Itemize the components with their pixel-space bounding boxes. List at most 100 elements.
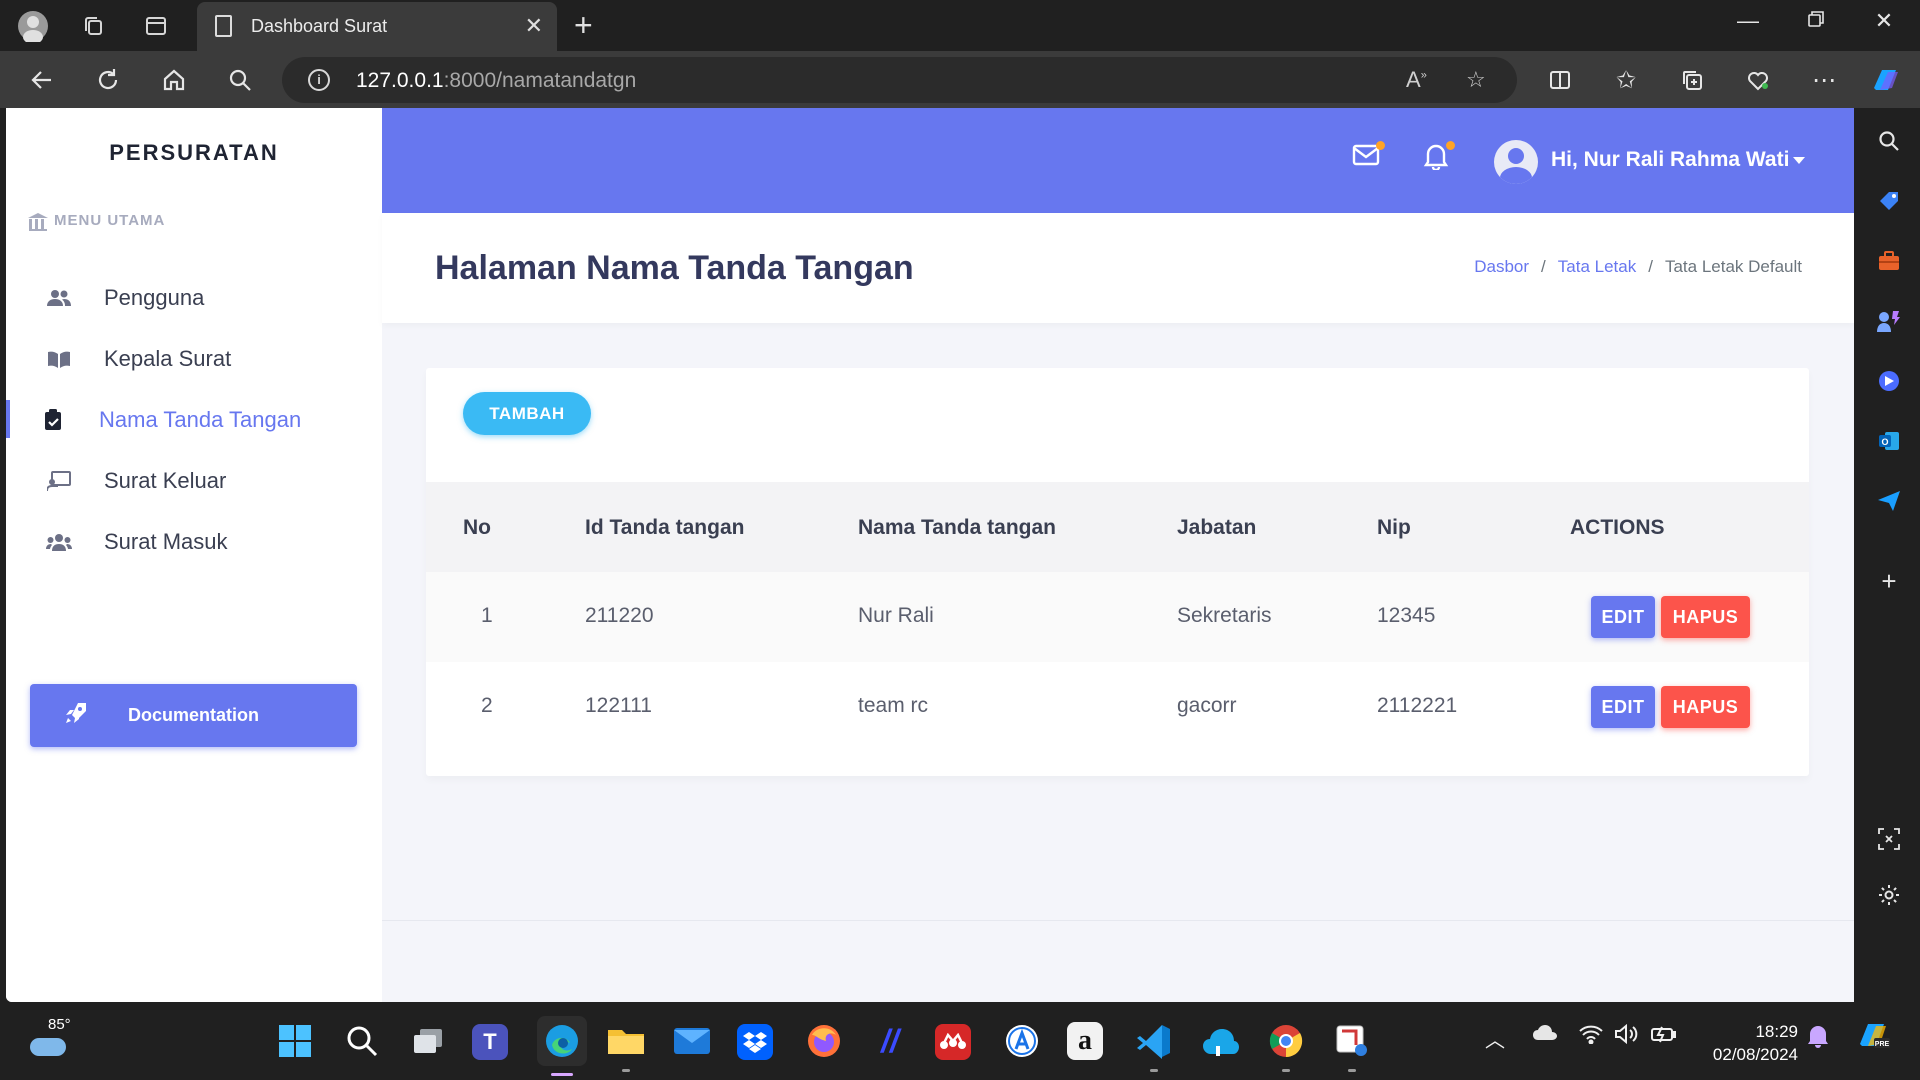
volume-icon[interactable] — [1614, 1023, 1638, 1050]
bank-icon — [28, 212, 48, 231]
games-icon[interactable] — [1874, 306, 1904, 336]
workspaces-icon[interactable] — [76, 9, 110, 43]
dropbox-icon[interactable] — [737, 1024, 773, 1060]
vscode-icon[interactable] — [1133, 1020, 1175, 1072]
sidebar-item-surat-keluar[interactable]: Surat Keluar — [6, 451, 382, 511]
screenshot-icon[interactable] — [1874, 824, 1904, 854]
app-store-icon[interactable] — [1001, 1020, 1043, 1062]
settings-gear-icon[interactable] — [1874, 880, 1904, 910]
cell-jabatan: gacorr — [1177, 694, 1237, 717]
battery-icon[interactable] — [1650, 1024, 1678, 1050]
sidebar-item-nama-tanda-tangan[interactable]: Nama Tanda Tangan — [6, 390, 382, 450]
table-card: TAMBAH No Id Tanda tangan Nama Tanda tan… — [426, 368, 1809, 776]
file-explorer-icon[interactable] — [605, 1020, 647, 1072]
svg-text:O: O — [1881, 437, 1888, 447]
table-row: 1 211220 Nur Rali Sekretaris 12345 EDIT … — [426, 572, 1809, 662]
favorites-icon[interactable]: ✩ — [1608, 62, 1644, 98]
close-window-icon[interactable]: ✕ — [1864, 8, 1904, 34]
system-clock[interactable]: 18:29 02/08/2024 — [1700, 1020, 1798, 1066]
copilot-taskbar-icon[interactable]: PRE — [1856, 1020, 1890, 1056]
mendeley-icon[interactable] — [935, 1024, 971, 1060]
svg-text:PRE: PRE — [1875, 1041, 1890, 1048]
slash-app-icon[interactable]: // — [869, 1020, 911, 1062]
chrome-icon[interactable] — [1265, 1020, 1307, 1072]
teams-icon[interactable]: T — [472, 1024, 508, 1060]
refresh-icon[interactable] — [90, 62, 126, 98]
cloud-app-icon[interactable] — [1199, 1020, 1241, 1062]
delete-button[interactable]: HAPUS — [1661, 686, 1750, 728]
browser-essentials-icon[interactable] — [1740, 62, 1776, 98]
task-view-icon[interactable] — [407, 1020, 449, 1062]
brand-title[interactable]: PERSURATAN — [6, 140, 382, 166]
message-indicator — [1376, 141, 1385, 150]
close-tab-icon[interactable]: ✕ — [525, 13, 543, 39]
amazon-icon[interactable]: a — [1067, 1022, 1103, 1060]
edge-browser-icon[interactable] — [537, 1016, 587, 1076]
avatar[interactable] — [1494, 140, 1538, 184]
outlook-icon[interactable]: O — [1874, 426, 1904, 456]
restore-icon[interactable] — [1796, 8, 1836, 34]
collections-icon[interactable] — [1674, 62, 1710, 98]
firefox-icon[interactable] — [803, 1020, 845, 1062]
profile-icon[interactable] — [16, 9, 50, 43]
cell-id: 122111 — [585, 694, 652, 717]
book-icon — [46, 348, 72, 370]
copilot-icon[interactable] — [1868, 62, 1904, 98]
shopping-tag-icon[interactable] — [1874, 186, 1904, 216]
edit-button[interactable]: EDIT — [1591, 596, 1655, 638]
breadcrumb-tata-letak[interactable]: Tata Letak — [1558, 257, 1636, 277]
envelope-icon[interactable] — [1352, 144, 1380, 173]
search-icon[interactable] — [222, 62, 258, 98]
clock-time: 18:29 — [1755, 1022, 1798, 1041]
edit-button[interactable]: EDIT — [1591, 686, 1655, 728]
taskbar-search-icon[interactable] — [341, 1020, 383, 1062]
tools-briefcase-icon[interactable] — [1874, 246, 1904, 276]
documentation-button[interactable]: Documentation — [30, 684, 357, 747]
sidebar-item-kepala-surat[interactable]: Kepala Surat — [6, 329, 382, 389]
notification-indicator — [1446, 141, 1455, 150]
group-icon — [46, 531, 72, 553]
send-icon[interactable] — [1874, 486, 1904, 516]
footer-divider — [382, 920, 1854, 921]
breadcrumb: Dasbor / Tata Letak / Tata Letak Default — [1474, 257, 1802, 277]
home-icon[interactable] — [156, 62, 192, 98]
browser-toolbar: i 127.0.0.1:8000/namatandatgn A» ☆ ✩ ⋯ — [0, 51, 1920, 108]
sidebar-item-label: Surat Keluar — [104, 468, 227, 493]
tab-actions-icon[interactable] — [139, 9, 173, 43]
weather-widget[interactable]: 85° — [26, 1016, 71, 1060]
notification-bell-icon[interactable] — [1807, 1024, 1829, 1054]
add-sidebar-app-icon[interactable]: + — [1874, 566, 1904, 596]
wifi-icon[interactable] — [1579, 1024, 1603, 1050]
more-options-icon[interactable]: ⋯ — [1806, 62, 1842, 98]
browser-titlebar: Dashboard Surat ✕ + — ✕ — [0, 0, 1920, 51]
sidebar-item-pengguna[interactable]: Pengguna — [6, 268, 382, 328]
add-button[interactable]: TAMBAH — [463, 392, 591, 435]
copilot-sidebar-icon[interactable] — [1874, 366, 1904, 396]
bell-icon[interactable] — [1423, 142, 1449, 177]
snipping-tool-icon[interactable] — [1331, 1020, 1373, 1072]
column-no: No — [463, 516, 491, 539]
clock-date: 02/08/2024 — [1712, 1045, 1798, 1064]
onedrive-icon[interactable] — [1532, 1024, 1558, 1048]
address-bar[interactable]: i 127.0.0.1:8000/namatandatgn A» ☆ — [282, 57, 1517, 103]
site-info-icon[interactable]: i — [308, 69, 330, 91]
delete-button[interactable]: HAPUS — [1661, 596, 1750, 638]
split-screen-icon[interactable] — [1542, 62, 1578, 98]
back-icon[interactable] — [24, 62, 60, 98]
favorite-star-icon[interactable]: ☆ — [1466, 67, 1486, 93]
new-tab-icon[interactable]: + — [574, 7, 593, 44]
mail-icon[interactable] — [671, 1020, 713, 1062]
browser-tab-active[interactable]: Dashboard Surat ✕ — [197, 2, 557, 51]
chevron-down-icon[interactable] — [1793, 157, 1805, 164]
user-greeting[interactable]: Hi, Nur Rali Rahma Wati — [1551, 148, 1789, 172]
start-windows-icon[interactable] — [274, 1020, 316, 1062]
column-nama: Nama Tanda tangan — [858, 516, 1056, 539]
sidebar-item-surat-masuk[interactable]: Surat Masuk — [6, 512, 382, 572]
read-aloud-icon[interactable]: A» — [1406, 67, 1427, 93]
sidebar-search-icon[interactable] — [1874, 126, 1904, 156]
breadcrumb-dasbor[interactable]: Dasbor — [1474, 257, 1529, 277]
browser-sidebar: O + — [1857, 108, 1920, 1008]
minimize-icon[interactable]: — — [1728, 8, 1768, 34]
sidebar-item-label: Surat Masuk — [104, 529, 228, 554]
show-hidden-icons[interactable]: ︿ — [1485, 1024, 1505, 1053]
